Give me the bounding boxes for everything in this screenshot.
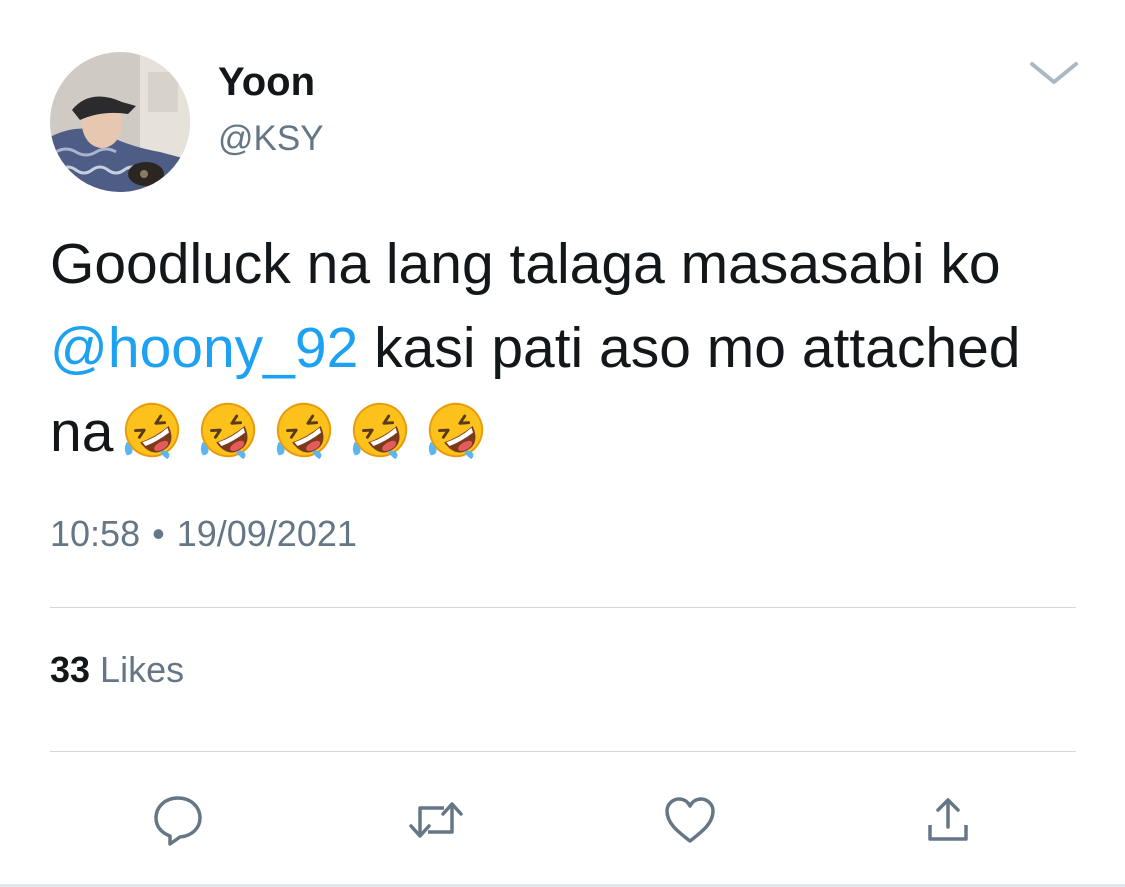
rofl-emoji-icon [125, 402, 180, 459]
rofl-emoji-icon [353, 402, 408, 459]
speech-bubble-icon [154, 796, 202, 846]
likes-summary[interactable]: 33 Likes [50, 648, 184, 692]
avatar-photo [50, 52, 190, 192]
tweet-text: Goodluck na lang talaga masasabi ko @hoo… [50, 222, 1080, 474]
share-button[interactable] [920, 792, 976, 848]
retweet-arrows-icon [409, 802, 463, 838]
like-button[interactable] [662, 792, 718, 848]
likes-count: 33 [50, 649, 91, 690]
tweet-time: 10:58 [50, 513, 141, 554]
mention-link[interactable]: @hoony_92 [50, 316, 358, 380]
share-upload-icon [928, 798, 968, 841]
rofl-emoji-icon [429, 402, 484, 459]
reply-button[interactable] [150, 792, 206, 848]
tweet-text-start: Goodluck na lang talaga masasabi ko [50, 232, 1001, 296]
retweet-button[interactable] [408, 792, 464, 848]
divider-top [50, 607, 1076, 608]
avatar[interactable] [50, 52, 190, 192]
likes-label: Likes [100, 649, 185, 690]
user-handle[interactable]: @KSY [218, 118, 324, 160]
tweet-timestamp[interactable]: 10:58 • 19/09/2021 [50, 512, 357, 556]
chevron-down-icon [1030, 62, 1078, 84]
display-name[interactable]: Yoon [218, 58, 315, 106]
tweet-date: 19/09/2021 [176, 513, 357, 554]
more-options-button[interactable] [1028, 58, 1080, 88]
rofl-emoji-icon [277, 402, 332, 459]
timestamp-separator: • [152, 513, 165, 554]
divider-bottom [50, 751, 1076, 752]
emoji-group [121, 399, 487, 461]
rofl-emoji-icon [201, 402, 256, 459]
heart-icon [665, 797, 715, 843]
